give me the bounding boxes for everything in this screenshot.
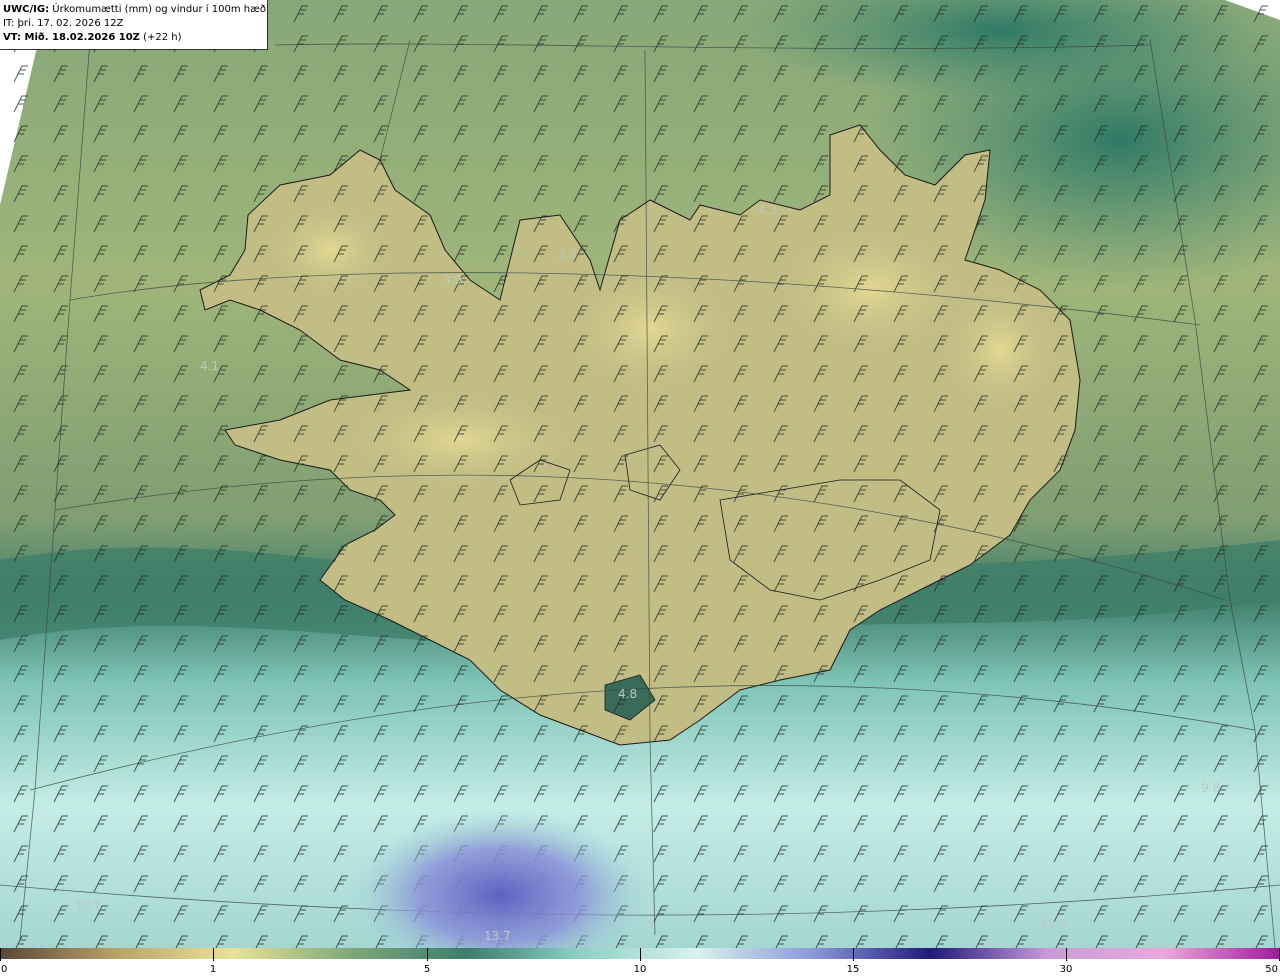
colorbar-tick-mark <box>640 948 641 961</box>
map-label-3-9: 3.9 <box>443 273 462 287</box>
init-time: IT: þri. 17. 02. 2026 12Z <box>3 18 124 29</box>
colorbar-tick-mark <box>213 948 214 961</box>
colorbar-tick-50: 50 <box>1265 964 1278 975</box>
map-label-9-8: 9.8 <box>1201 781 1220 795</box>
colorbar-tick-10: 10 <box>633 964 647 975</box>
wind-barbs-layer <box>0 0 1280 948</box>
map-title: Úrkomumætti (mm) og vindur í 100m hæð <box>49 4 267 15</box>
map-label-13-7: 13.7 <box>484 929 511 943</box>
map-label-4-8: 4.8 <box>618 687 637 701</box>
map-label-10-1: 10.1 <box>75 898 102 912</box>
map-label-4-3: 4.3 <box>758 203 777 217</box>
valid-time-row: VT: Mið. 18.02.2026 10Z (+22 h) <box>3 31 267 45</box>
forecast-offset: (+22 h) <box>139 32 182 43</box>
colorbar-tick-30: 30 <box>1059 964 1073 975</box>
forecast-map: 3.9 3.8 4.3 4.1 4.8 9.8 10.1 13.7 10.5 <box>0 0 1280 948</box>
colorbar-tick-0: 0 <box>1 964 8 975</box>
colorbar: 0 1 5 10 15 30 50 <box>0 948 1280 978</box>
colorbar-tick-mark <box>1066 948 1067 961</box>
colorbar-tick-1: 1 <box>209 964 217 975</box>
map-label-3-8: 3.8 <box>558 247 577 261</box>
map-info-box: UWC/IG: Úrkomumætti (mm) og vindur í 100… <box>0 0 268 50</box>
colorbar-tick-mark <box>0 948 1 961</box>
valid-time: VT: Mið. 18.02.2026 10Z <box>3 32 140 43</box>
colorbar-tick-mark <box>427 948 428 961</box>
product-code: UWC/IG: <box>3 4 50 15</box>
title-row: UWC/IG: Úrkomumætti (mm) og vindur í 100… <box>3 3 267 17</box>
colorbar-tick-5: 5 <box>423 964 431 975</box>
map-label-10-5: 10.5 <box>1040 917 1067 931</box>
colorbar-tick-mark <box>853 948 854 961</box>
colorbar-tick-15: 15 <box>846 964 860 975</box>
map-label-4-1: 4.1 <box>200 359 219 373</box>
